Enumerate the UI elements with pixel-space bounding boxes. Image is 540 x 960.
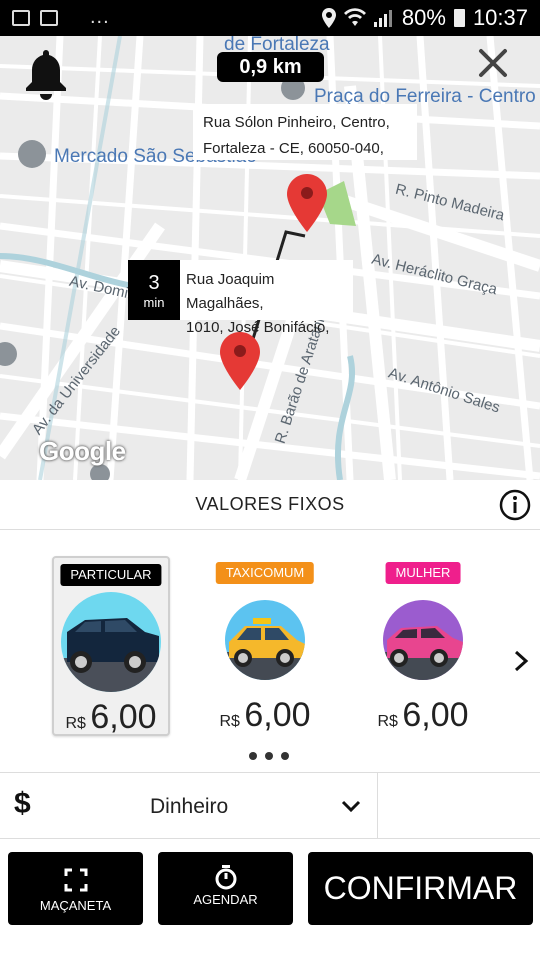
macaneta-label: MAÇANETA <box>39 898 112 913</box>
chevron-down-icon <box>341 800 361 813</box>
agendar-button[interactable]: AGENDAR <box>158 852 293 925</box>
info-icon[interactable] <box>499 489 531 521</box>
vehicle-price: R$ 6,00 <box>206 696 324 735</box>
carousel-page-indicator <box>249 752 289 760</box>
more-notifications: ... <box>90 6 110 28</box>
vehicle-tag: TAXICOMUM <box>215 562 315 584</box>
battery-percent: 80% <box>401 5 446 30</box>
gallery-notification-icon <box>12 10 30 26</box>
destination-pin-icon[interactable] <box>287 174 327 232</box>
agendar-label: AGENDAR <box>193 892 258 907</box>
price-amount: 6,00 <box>244 696 311 734</box>
fullscreen-icon <box>64 868 88 892</box>
map-view[interactable]: de Fortaleza Praça do Ferreira - Centro … <box>0 36 540 480</box>
location-icon <box>321 8 336 28</box>
price-amount: 6,00 <box>402 696 469 734</box>
origin-eta: 3 min <box>128 260 181 320</box>
car-taxi-icon <box>225 600 305 680</box>
notification-bell-icon[interactable] <box>24 48 68 100</box>
origin-line-2: 1010, José Bonifácio, <box>186 319 330 336</box>
timer-icon <box>215 865 237 890</box>
confirmar-label: CONFIRMAR <box>323 870 518 906</box>
destination-address-box[interactable]: Rua Sólon Pinheiro, Centro, Fortaleza - … <box>193 104 417 160</box>
car-mulher-icon <box>383 600 463 680</box>
confirmar-button[interactable]: CONFIRMAR <box>308 852 533 925</box>
close-icon[interactable] <box>476 46 510 80</box>
app-notification-icon <box>40 10 58 26</box>
origin-line-1: Rua Joaquim Magalhães, <box>186 271 275 312</box>
page-dot[interactable] <box>265 752 273 760</box>
payment-method-select[interactable]: Dinheiro <box>0 773 377 839</box>
payment-method-row: $ Dinheiro <box>0 772 540 839</box>
google-attribution: Google <box>39 436 126 466</box>
eta-unit: min <box>143 294 165 310</box>
currency: R$ <box>377 713 398 730</box>
destination-line-1: Rua Sólon Pinheiro, Centro, <box>203 114 390 131</box>
vehicle-price: R$ 6,00 <box>54 698 168 737</box>
distance-badge: 0,9 km <box>217 52 324 82</box>
status-bar: ... 80% 10:37 <box>0 0 540 36</box>
eta-value: 3 <box>148 271 160 294</box>
vehicle-option-mulher[interactable]: MULHER R$ 6,00 <box>364 556 482 736</box>
destination-line-2: Fortaleza - CE, 60050-040, <box>203 140 384 157</box>
signal-icon <box>373 10 392 27</box>
car-particular-icon <box>61 592 161 692</box>
chevron-right-icon[interactable] <box>511 649 531 673</box>
vehicle-option-taxicomum[interactable]: TAXICOMUM R$ 6,00 <box>206 556 324 736</box>
page-dot[interactable] <box>281 752 289 760</box>
macaneta-button[interactable]: MAÇANETA <box>8 852 143 925</box>
fixed-values-title: VALORES FIXOS <box>195 494 345 514</box>
currency: R$ <box>219 713 240 730</box>
clock: 10:37 <box>472 5 528 30</box>
wifi-icon <box>343 8 366 26</box>
page-dot[interactable] <box>249 752 257 760</box>
currency: R$ <box>65 715 86 732</box>
price-amount: 6,00 <box>90 698 157 736</box>
vehicle-price: R$ 6,00 <box>364 696 482 735</box>
origin-pin-icon[interactable] <box>220 332 260 390</box>
payment-method-label: Dinheiro <box>150 795 229 818</box>
vehicle-tag: MULHER <box>385 562 461 584</box>
vehicle-tag: PARTICULAR <box>60 564 162 586</box>
fixed-values-header: VALORES FIXOS <box>0 480 540 530</box>
origin-address-box[interactable]: 3 min Rua Joaquim Magalhães, 1010, José … <box>128 260 353 336</box>
battery-icon <box>453 9 465 27</box>
payment-divider <box>377 773 378 839</box>
vehicle-option-particular[interactable]: PARTICULAR R$ 6,00 <box>52 556 170 736</box>
